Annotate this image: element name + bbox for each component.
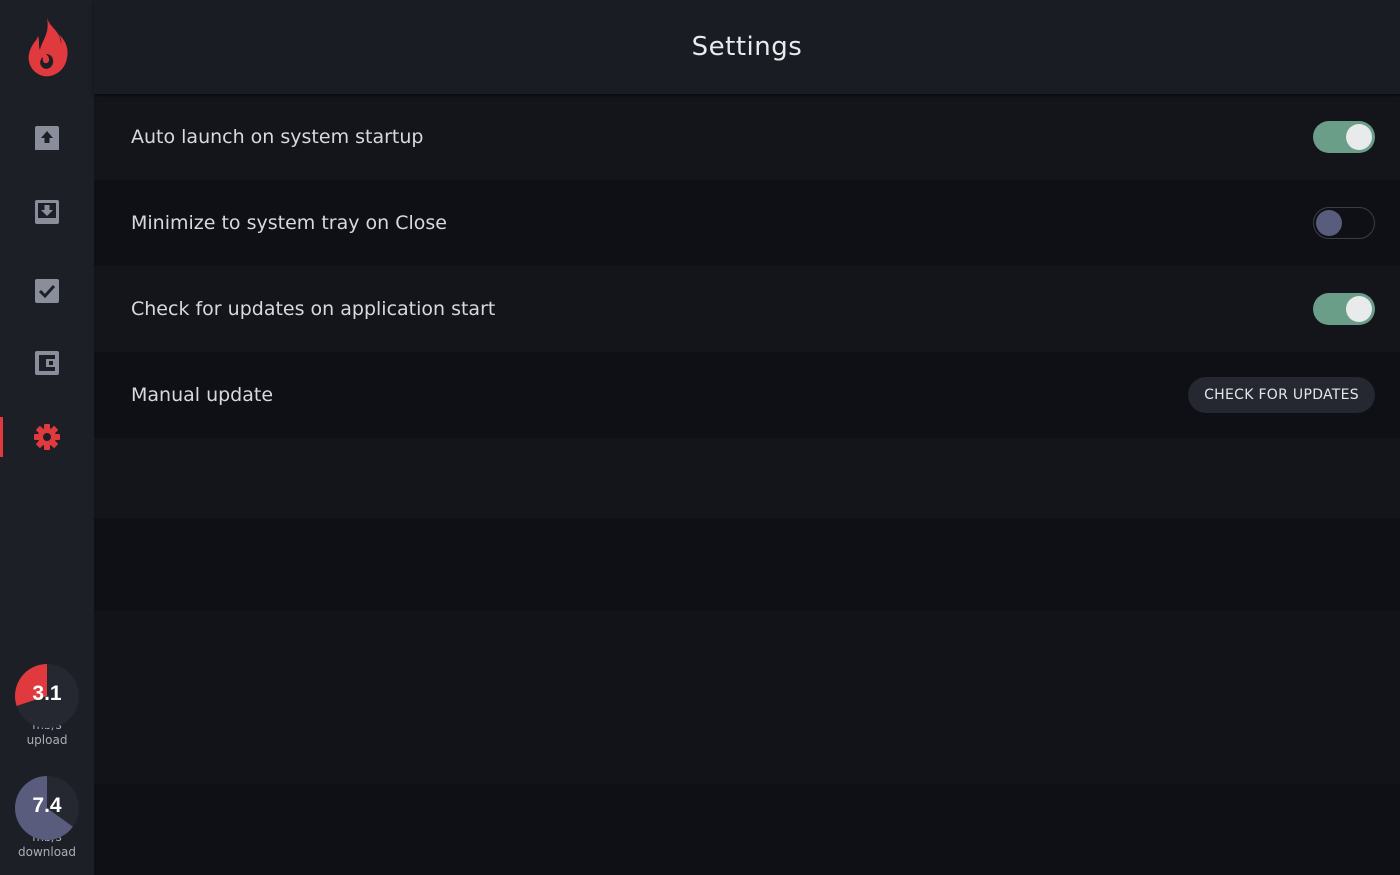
empty-row <box>94 438 1400 518</box>
download-speed-gauge: 7.4 mb/s download <box>14 776 80 860</box>
download-dial: 7.4 <box>15 776 79 840</box>
app-logo <box>20 14 74 82</box>
upload-caption: upload <box>26 733 68 747</box>
manual-update-label: Manual update <box>131 384 274 406</box>
check-updates-label: Check for updates on application start <box>131 298 496 320</box>
empty-row <box>94 611 1400 784</box>
upload-icon <box>35 126 59 150</box>
sidebar-item-download[interactable] <box>0 186 94 238</box>
empty-row <box>94 518 1400 611</box>
toggle-knob <box>1316 210 1342 236</box>
toggle-knob <box>1346 296 1372 322</box>
setting-manual-update: Manual update CHECK FOR UPDATES <box>94 352 1400 438</box>
wallet-icon <box>35 351 59 375</box>
empty-row <box>94 784 1400 866</box>
settings-list: Auto launch on system startup Minimize t… <box>94 94 1400 866</box>
upload-dial: 3.1 <box>15 664 79 728</box>
main-content: Settings Auto launch on system startup M… <box>94 0 1400 875</box>
minimize-tray-label: Minimize to system tray on Close <box>131 212 447 234</box>
sidebar-item-upload[interactable] <box>0 112 94 164</box>
setting-minimize-tray: Minimize to system tray on Close <box>94 180 1400 266</box>
download-icon <box>35 200 59 224</box>
upload-speed-value: 3.1 <box>32 682 62 705</box>
sidebar: 3.1 mb/s upload 7.4 mb/s download <box>0 0 94 875</box>
sidebar-item-settings[interactable] <box>0 411 94 463</box>
setting-auto-launch: Auto launch on system startup <box>94 94 1400 180</box>
check-updates-toggle[interactable] <box>1313 293 1375 325</box>
page-header: Settings <box>94 0 1400 94</box>
check-for-updates-button[interactable]: CHECK FOR UPDATES <box>1188 377 1375 413</box>
download-speed-value: 7.4 <box>32 794 62 817</box>
sidebar-item-completed[interactable] <box>0 265 94 317</box>
checkbox-icon <box>35 279 59 303</box>
gear-icon <box>34 424 60 450</box>
setting-check-updates: Check for updates on application start <box>94 266 1400 352</box>
download-caption: download <box>17 845 77 859</box>
toggle-knob <box>1346 124 1372 150</box>
page-title: Settings <box>691 32 803 62</box>
auto-launch-label: Auto launch on system startup <box>131 126 424 148</box>
sidebar-item-wallet[interactable] <box>0 337 94 389</box>
auto-launch-toggle[interactable] <box>1313 121 1375 153</box>
app-window: 3.1 mb/s upload 7.4 mb/s download Settin… <box>0 0 1400 875</box>
minimize-tray-toggle[interactable] <box>1313 207 1375 239</box>
upload-speed-gauge: 3.1 mb/s upload <box>14 664 80 748</box>
